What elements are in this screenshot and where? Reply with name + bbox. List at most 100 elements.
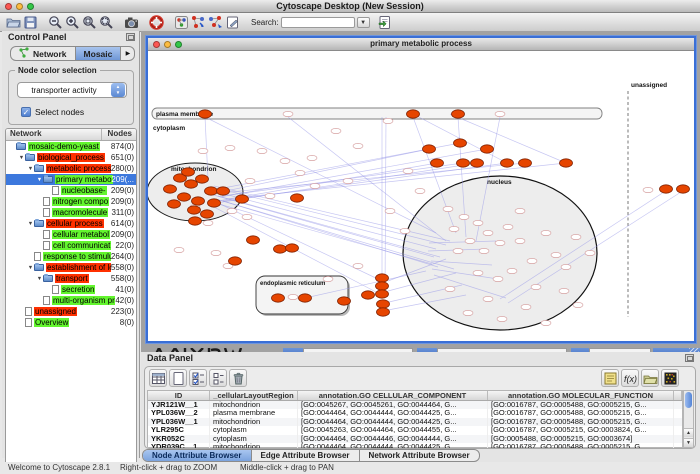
network-node[interactable]: [185, 180, 198, 188]
table-row-ypl036w__1[interactable]: YPL036W__1mitochondrion[GO:0044464, GO:0…: [148, 418, 682, 426]
network-node[interactable]: [188, 206, 201, 214]
table-cell[interactable]: mitochondrion: [210, 401, 298, 409]
column-header-1[interactable]: ID: [148, 391, 210, 400]
network-node-small[interactable]: [559, 288, 569, 293]
network-node[interactable]: [286, 244, 299, 252]
network-node[interactable]: [196, 175, 209, 183]
network-node-small[interactable]: [453, 248, 463, 253]
network-node-small[interactable]: [307, 155, 317, 160]
annotation-button[interactable]: [224, 14, 241, 30]
network-node-small[interactable]: [288, 294, 298, 299]
snapshot-camera-button[interactable]: [123, 14, 140, 30]
network-node[interactable]: [205, 187, 218, 195]
tree-row-biological-process[interactable]: ▼biological_process651(0): [6, 152, 136, 163]
expand-triangle-icon[interactable]: ▼: [36, 177, 43, 183]
network-node-small[interactable]: [483, 230, 493, 235]
network-node-small[interactable]: [403, 168, 413, 173]
network-node[interactable]: [452, 110, 465, 118]
tree-row-overview[interactable]: Overview8(0): [6, 317, 136, 328]
tree-row-cell-communicat[interactable]: cell communicat22(0): [6, 240, 136, 251]
network-node[interactable]: [164, 185, 177, 193]
zoom-out-button[interactable]: [47, 14, 64, 30]
delete-attribute-button[interactable]: [229, 369, 247, 387]
network-node-small[interactable]: [459, 214, 469, 219]
network-node-small[interactable]: [495, 240, 505, 245]
tree-row-nucleobase-[interactable]: nucleobase-209(0): [6, 185, 136, 196]
network-view-window[interactable]: primary metabolic process plasma membran…: [146, 36, 696, 343]
tab-network-attribute-browser[interactable]: Network Attribute Browser: [360, 450, 479, 461]
table-cell[interactable]: cytoplasm: [210, 435, 298, 443]
network-node[interactable]: [376, 290, 389, 298]
network-node[interactable]: [199, 110, 212, 118]
network-node-small[interactable]: [495, 111, 505, 116]
network-node-small[interactable]: [507, 268, 517, 273]
network-node-small[interactable]: [174, 247, 184, 252]
network-node-small[interactable]: [415, 188, 425, 193]
tree-row-multi-organism-pro[interactable]: multi-organism pro42(0): [6, 295, 136, 306]
network-node-small[interactable]: [283, 111, 293, 116]
network-node-small[interactable]: [497, 316, 507, 321]
network-node[interactable]: [201, 210, 214, 218]
network-node-small[interactable]: [242, 214, 252, 219]
network-node[interactable]: [560, 159, 573, 167]
network-node[interactable]: [229, 257, 242, 265]
network-tree-header[interactable]: Network Nodes: [6, 129, 136, 141]
attribute-table-button[interactable]: [149, 369, 167, 387]
apply-layout-button[interactable]: [190, 14, 207, 30]
align-nodes-button[interactable]: [207, 14, 224, 30]
network-node-small[interactable]: [211, 250, 221, 255]
color-attribute-dropdown[interactable]: transporter activity ▲▼: [17, 82, 127, 98]
network-node-small[interactable]: [323, 276, 333, 281]
network-node-small[interactable]: [198, 148, 208, 153]
network-node-small[interactable]: [353, 143, 363, 148]
table-cell[interactable]: [GO:0016787, GO:0005488, GO:0005215, G..…: [488, 443, 674, 449]
network-node-small[interactable]: [445, 286, 455, 291]
table-cell[interactable]: [GO:0044464, GO:0044446, GO:0044444, G..…: [298, 435, 488, 443]
network-node[interactable]: [481, 145, 494, 153]
network-node[interactable]: [423, 145, 436, 153]
more-tabs-button[interactable]: ▶: [121, 47, 134, 60]
tree-row-metabolic-process[interactable]: ▼metabolic process280(0): [6, 163, 136, 174]
network-node-small[interactable]: [515, 208, 525, 213]
network-node-small[interactable]: [310, 183, 320, 188]
tree-col-network[interactable]: Network: [10, 129, 42, 138]
table-row-ykr052c[interactable]: YKR052Ccytoplasm[GO:0044464, GO:0044446,…: [148, 435, 682, 443]
network-node-small[interactable]: [225, 145, 235, 150]
table-cell[interactable]: [GO:0045263, GO:0044464, GO:0044455, G..…: [298, 426, 488, 434]
network-node[interactable]: [189, 217, 202, 225]
table-cell[interactable]: [GO:0045267, GO:0045261, GO:0044464, G..…: [298, 401, 488, 409]
table-cell[interactable]: cytoplasm: [210, 426, 298, 434]
network-node[interactable]: [431, 159, 444, 167]
network-node[interactable]: [362, 291, 375, 299]
network-node-small[interactable]: [479, 248, 489, 253]
table-cell[interactable]: [GO:0005488, GO:0005215, GO:0003674]: [488, 435, 674, 443]
network-node[interactable]: [519, 159, 532, 167]
float-panel-icon[interactable]: [685, 354, 694, 362]
network-node[interactable]: [168, 200, 181, 208]
network-node[interactable]: [217, 187, 230, 195]
table-cell[interactable]: YPL036W__2: [148, 409, 210, 417]
network-node-small[interactable]: [493, 276, 503, 281]
network-node[interactable]: [299, 294, 312, 302]
network-node[interactable]: [501, 159, 514, 167]
search-dropdown-button[interactable]: ▼: [357, 17, 370, 28]
network-node-small[interactable]: [449, 226, 459, 231]
scrollbar-thumb[interactable]: [685, 392, 692, 408]
tab-edge-attribute-browser[interactable]: Edge Attribute Browser: [252, 450, 360, 461]
select-attributes-button[interactable]: [189, 369, 207, 387]
network-node[interactable]: [192, 197, 205, 205]
float-panel-icon[interactable]: [126, 33, 135, 41]
table-cell[interactable]: plasma membrane: [210, 409, 298, 417]
formula-builder-button[interactable]: f(x): [621, 369, 639, 387]
network-node-small[interactable]: [463, 310, 473, 315]
network-canvas[interactable]: plasma membranecytoplasmmitochondrionnuc…: [148, 51, 694, 341]
select-nodes-checkbox[interactable]: ✓: [21, 107, 31, 117]
network-node[interactable]: [660, 185, 673, 193]
tree-row-primary-metabo[interactable]: ▼primary metabo209(...: [6, 174, 136, 185]
tree-row-macromolecule[interactable]: macromolecule311(0): [6, 207, 136, 218]
network-node-small[interactable]: [521, 304, 531, 309]
unselect-attributes-button[interactable]: [209, 369, 227, 387]
tree-row-unassigned[interactable]: unassigned223(0): [6, 306, 136, 317]
scroll-down-button[interactable]: ▼: [684, 438, 693, 447]
help-lifesaver-button[interactable]: [148, 14, 165, 30]
